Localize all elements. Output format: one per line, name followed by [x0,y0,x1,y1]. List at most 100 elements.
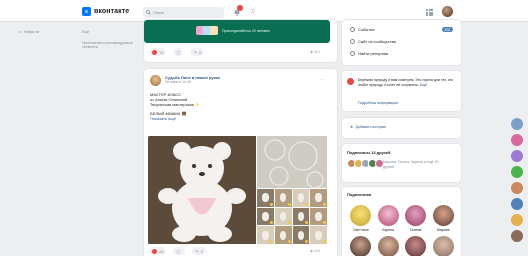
comment-icon: ▢ [176,49,181,55]
subscriber[interactable]: Карина [375,205,403,232]
subscriber[interactable]: Галина [402,205,430,232]
photo-thumb[interactable] [257,189,274,207]
chat-avatar[interactable] [511,214,523,226]
subscriber[interactable] [347,236,375,256]
subscriber[interactable]: Светлана [347,205,375,232]
subscribers-title[interactable]: Подписчики [347,192,371,197]
vk-logo[interactable]: к вконтакте [82,7,129,16]
share-icon: ↷ [195,248,199,254]
chat-avatar[interactable] [511,230,523,242]
calendar-icon [350,27,355,32]
vk-logo-text: вконтакте [94,8,130,15]
photo-thumb[interactable] [310,226,327,244]
friends-title[interactable]: Подписаны 13 друзей [347,150,390,155]
subscriber[interactable] [375,236,403,256]
subscriber[interactable] [402,236,430,256]
views-counter: ◉ 423 [310,249,320,253]
chat-avatar[interactable] [511,182,523,194]
detailed-info-link[interactable]: Подробная информация [358,101,398,105]
eye-icon: ◉ [310,249,314,253]
info-more-link[interactable]: Ещё [420,83,427,87]
add-story-button[interactable]: ⊕ Добавить историю [350,125,386,129]
show-more-link[interactable]: Показать ещё [150,116,200,121]
post-photo-grid[interactable] [257,189,327,244]
chat-avatar[interactable] [511,150,523,162]
photo-thumb[interactable] [310,189,327,207]
post-date[interactable]: 18 июня в 14:40 [165,80,191,84]
promo-text: Присоединяйтесь 20 человек [222,29,270,33]
photo-thumb[interactable] [257,207,274,226]
apps-grid-icon[interactable] [426,9,433,16]
search-input[interactable]: Поиск [143,7,224,18]
subscriber-avatar [432,205,454,226]
post-author-avatar[interactable] [150,75,161,86]
friends-names: Марина, Галина, Карина и ещё 15 друзей [383,160,439,169]
menu-item-reports-label: Найти репортаж [358,51,389,56]
comment-button[interactable]: ▢ [173,48,184,56]
share-icon: ↷ [193,49,197,55]
chat-avatar[interactable] [511,134,523,146]
sidebar-item-news[interactable]: ▭ Новости [18,29,39,34]
photo-thumb[interactable] [292,207,310,226]
search-placeholder: Поиск [153,10,165,15]
photo-thumb[interactable] [257,226,274,244]
views-count: 423 [314,249,320,253]
like-count: 13 [159,49,164,55]
subscriber-avatar [377,236,399,256]
add-story-label: Добавить историю [355,125,387,129]
fabric-texture [257,136,327,188]
chat-avatar[interactable] [511,198,523,210]
side-menu-hint: Приложения и рекомендуемые элементы [82,40,133,50]
subscriber[interactable] [430,236,458,256]
side-menu-more[interactable]: Ещё [82,30,137,35]
photo-thumb[interactable] [274,207,292,226]
photo-thumb[interactable] [274,226,292,244]
share-button[interactable]: ↷ 3 [190,48,204,56]
community-description: Берёжем природу и вам советуем. Это груп… [358,78,454,87]
chat-sidebar [511,118,525,242]
friends-avatars[interactable] [347,159,384,168]
post-more-icon[interactable]: ··· [320,77,325,83]
menu-item-site[interactable]: Сайт из сообщества [350,39,396,44]
bolt-icon [350,51,355,56]
subscriber[interactable]: Марина [430,205,458,232]
subscribers-grid: Светлана Карина Галина Марина [347,205,457,256]
like-button[interactable]: 13 [149,48,167,56]
photo-thumb[interactable] [310,207,327,226]
top-post-actions: 13 ▢ ↷ 3 [149,48,204,56]
community-info-icon [347,78,354,85]
share-button[interactable]: ↷ 2 [192,247,206,255]
photo-thumb[interactable] [274,189,292,207]
like-button[interactable]: 28 [149,247,167,255]
music-icon[interactable]: ♫ [250,8,255,15]
subscriber-avatar [432,236,454,256]
chat-avatar[interactable] [511,118,523,130]
post-photo-fabric[interactable] [257,136,327,188]
photo-thumb[interactable] [292,189,310,207]
like-count: 28 [159,248,164,254]
share-count: 3 [198,49,201,55]
menu-item-site-label: Сайт из сообщества [358,39,396,44]
post-photo-bear[interactable] [148,136,256,244]
globe-icon [350,39,355,44]
post-text: МАСТЕР-КЛАСС от Алины Олониной Творческа… [150,92,200,121]
bear-emoji-icon: 🐻 [181,110,187,116]
community-info-card [342,71,461,111]
community-side-menu: Ещё Приложения и рекомендуемые элементы [82,30,137,50]
sidebar-item-news-label: Новости [23,29,40,34]
heart-icon [152,49,157,55]
menu-item-events-label: События [358,27,375,32]
chat-avatar[interactable] [511,166,523,178]
post-line: Творческая мастерская ✨ [150,102,200,108]
menu-item-events[interactable]: События [350,27,375,32]
subscriber-avatar [405,205,427,226]
profile-avatar[interactable] [442,6,453,17]
search-icon [146,10,151,15]
photo-thumb[interactable] [292,226,310,244]
subscriber-avatar [377,205,399,226]
comment-button[interactable]: ▢ [173,247,186,255]
heart-icon [152,248,157,254]
menu-item-reports[interactable]: Найти репортаж [350,51,388,56]
bear-craft-illustration [148,136,256,244]
eye-icon: ◉ [310,50,314,54]
